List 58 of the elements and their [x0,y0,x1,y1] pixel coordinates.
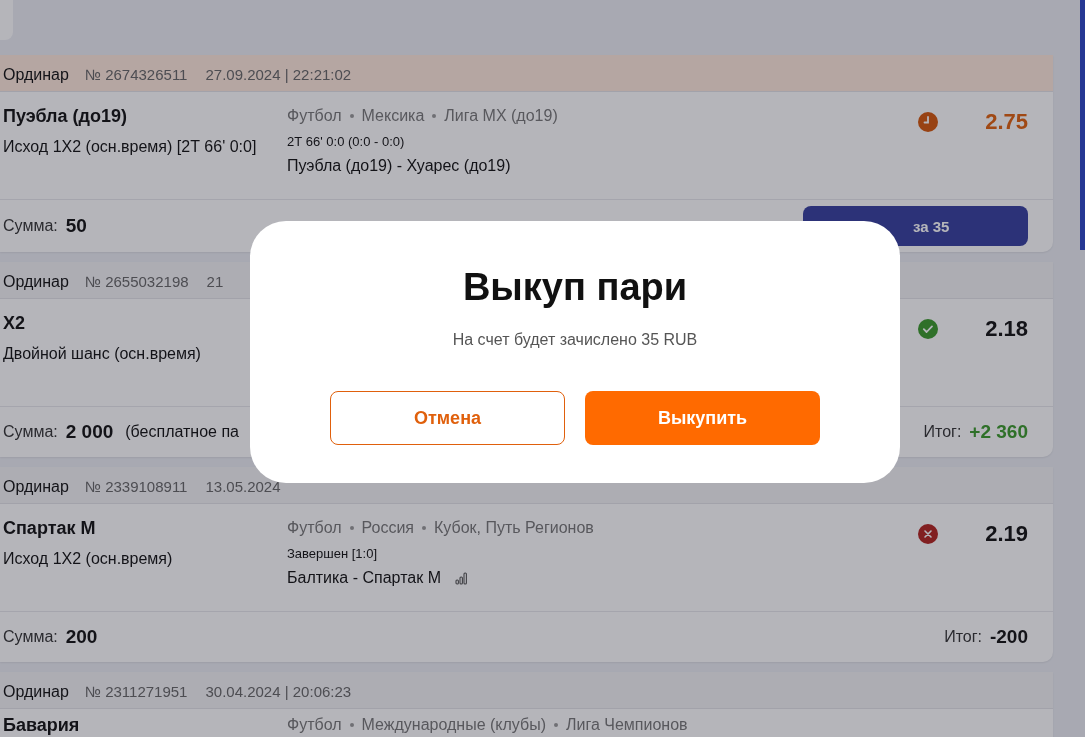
scrollbar-thumb[interactable] [1080,0,1085,250]
separator-dot [349,526,354,530]
bet-number: № 2655032198 [84,273,189,290]
selection-name: X2 [3,313,27,334]
match-name: Балтика - Спартак М [287,569,441,587]
breadcrumb-item[interactable]: Кубок, Путь Регионов [434,519,594,537]
result-label: Итог: [923,423,962,441]
breadcrumb-item[interactable]: Футбол [287,519,342,537]
market-name: Исход 1X2 (осн.время) [2Т 66' 0:0] [3,137,258,157]
breadcrumb-item[interactable]: Лига Чемпионов [566,716,688,734]
result-value: +2 360 [969,421,1028,443]
dialog-message: На счет будет зачислено 35 RUB [452,331,698,349]
separator-dot [422,526,426,530]
separator-dot [554,723,559,727]
breadcrumb-item[interactable]: Футбол [287,716,342,734]
bet-date: 21 [206,273,224,290]
stake-label: Сумма: [3,423,58,441]
bet-type: Ординар [3,477,69,496]
stake-value: 50 [65,215,87,237]
match-score: Завершен [1:0] [287,546,379,561]
odds-value: 2.19 [985,521,1028,547]
bet-number: № 2311271951 [84,683,188,700]
bet-type: Ординар [3,65,69,84]
separator-dot [349,114,354,118]
stake-label: Сумма: [3,217,58,235]
bet-date: 13.05.2024 [205,478,281,495]
odds-value: 2.18 [985,316,1028,342]
selection-name: Бавария [3,715,81,736]
bet-date: 27.09.2024 | 22:21:02 [205,66,352,83]
stake-label: Сумма: [3,628,58,646]
market-name: Исход 1X2 (осн.время) [3,549,174,569]
stake-value: 200 [65,626,98,648]
separator-dot [432,114,437,118]
bet-type: Ординар [3,272,69,291]
confirm-button[interactable]: Выкупить [585,391,820,445]
match-score: 2Т 66' 0:0 (0:0 - 0:0) [287,134,406,149]
stake-note: (бесплатное па [125,423,239,441]
bet-number: № 2674326511 [84,66,188,83]
bar-chart-icon[interactable] [454,571,469,585]
bet-date: 30.04.2024 | 20:06:23 [205,683,352,700]
stake-value: 2 000 [65,421,114,443]
selection-name: Пуэбла (до19) [3,106,128,127]
result-label: Итог: [944,628,982,646]
market-name: Двойной шанс (осн.время) [3,344,202,364]
breadcrumb-item[interactable]: Футбол [287,107,342,125]
breadcrumb-item[interactable]: Мексика [361,107,425,125]
bet-type: Ординар [3,682,69,701]
odds-value: 2.75 [985,109,1028,135]
match-name: Пуэбла (до19) - Хуарес (до19) [287,157,511,175]
breadcrumb-item[interactable]: Россия [361,519,414,537]
selection-name: Спартак М [3,518,97,539]
dialog-title: Выкуп пари [462,266,688,309]
cancel-button[interactable]: Отмена [330,391,565,445]
separator-dot [349,723,354,727]
result-value: -200 [989,626,1028,648]
breadcrumb-item[interactable]: Лига МХ (до19) [444,107,558,125]
breadcrumb-item[interactable]: Международные (клубы) [361,716,547,734]
bet-number: № 2339108911 [84,478,188,495]
